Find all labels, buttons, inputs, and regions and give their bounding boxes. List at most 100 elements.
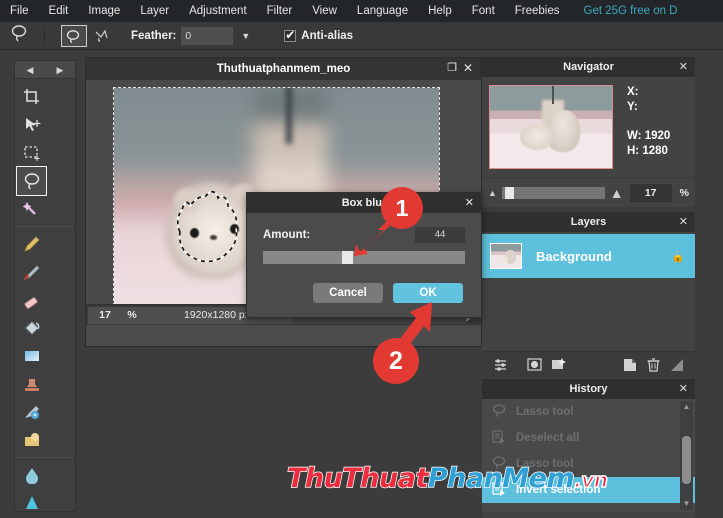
menu-item-layer[interactable]: Layer bbox=[130, 0, 179, 22]
antialias-checkbox[interactable] bbox=[284, 28, 297, 42]
lasso-polygon-icon[interactable] bbox=[89, 25, 115, 47]
stamp-tool[interactable] bbox=[17, 370, 46, 398]
lasso-free-icon[interactable] bbox=[61, 24, 87, 47]
eraser-tool[interactable] bbox=[17, 286, 46, 314]
layer-mask-icon[interactable] bbox=[522, 355, 546, 375]
crop-tool[interactable] bbox=[17, 83, 46, 111]
tool-options-bar: Feather: 0 ▼ Anti-alias bbox=[0, 22, 723, 50]
menu-item-adjustment[interactable]: Adjustment bbox=[179, 0, 257, 22]
document-title-bar[interactable]: Thuthuatphanmem_meo ❐ ✕ bbox=[86, 58, 481, 80]
history-item-label: Deselect all bbox=[516, 432, 580, 444]
navigator-zoom-controls: ▲ ▲ 17 % bbox=[482, 177, 695, 207]
layers-panel: Layers ✕ Background 🔒 bbox=[482, 212, 695, 377]
close-icon[interactable]: ✕ bbox=[679, 382, 688, 395]
close-icon[interactable]: ✕ bbox=[679, 215, 688, 228]
menu-item-promo[interactable]: Get 25G free on D bbox=[570, 0, 688, 22]
layers-title: Layers bbox=[570, 216, 607, 228]
magic-wand-tool[interactable] bbox=[17, 195, 46, 223]
delete-layer-icon[interactable] bbox=[641, 355, 665, 375]
zoom-unit-label: % bbox=[122, 306, 142, 324]
menu-item-font[interactable]: Font bbox=[462, 0, 505, 22]
menu-item-file[interactable]: File bbox=[0, 0, 39, 22]
table-row[interactable]: Background 🔒 bbox=[482, 234, 695, 278]
info-gap bbox=[627, 115, 670, 129]
menu-item-language[interactable]: Language bbox=[347, 0, 418, 22]
resize-grip-icon[interactable] bbox=[665, 355, 689, 375]
rectangle-select-tool[interactable] bbox=[17, 139, 46, 167]
amount-input[interactable]: 44 bbox=[415, 227, 465, 243]
list-item[interactable]: Deselect all bbox=[482, 425, 695, 451]
dialog-buttons: Cancel OK bbox=[247, 264, 481, 303]
new-layer-icon[interactable] bbox=[617, 355, 641, 375]
photo-hamster-eye-left bbox=[190, 228, 199, 238]
amount-label: Amount: bbox=[263, 229, 311, 241]
navigator-zoom-input[interactable]: 17 bbox=[629, 183, 672, 202]
menu-item-filter[interactable]: Filter bbox=[257, 0, 303, 22]
mountain-small-icon[interactable]: ▲ bbox=[488, 188, 497, 198]
blur-tool[interactable] bbox=[17, 461, 46, 489]
zoom-slider[interactable] bbox=[501, 186, 605, 199]
gradient-tool[interactable] bbox=[17, 342, 46, 370]
layer-properties-icon[interactable] bbox=[488, 355, 512, 375]
layers-list-empty-area[interactable] bbox=[482, 278, 695, 351]
layer-thumbnail bbox=[490, 243, 522, 269]
restore-window-icon[interactable]: ❐ bbox=[447, 62, 457, 74]
menu-item-freebies[interactable]: Freebies bbox=[505, 0, 570, 22]
antialias-control[interactable]: Anti-alias bbox=[284, 28, 353, 42]
layers-header: Layers ✕ bbox=[482, 212, 695, 232]
shape-tool[interactable] bbox=[17, 426, 46, 454]
menu-item-help[interactable]: Help bbox=[418, 0, 462, 22]
clone-tool[interactable] bbox=[17, 398, 46, 426]
lasso-select-tool[interactable] bbox=[16, 166, 47, 196]
navigator-panel: Navigator ✕ X: Y: W: 1920 H: 1280 ▲ ▲ 17… bbox=[482, 57, 695, 207]
close-icon[interactable]: ✕ bbox=[465, 196, 474, 209]
photo-editor-window: File Edit Image Layer Adjustment Filter … bbox=[0, 0, 723, 518]
menu-item-image[interactable]: Image bbox=[78, 0, 130, 22]
menu-item-view[interactable]: View bbox=[302, 0, 347, 22]
chevron-right-icon[interactable]: ▶ bbox=[45, 61, 75, 78]
watermark-part2: PhanMem bbox=[427, 462, 575, 495]
toolbox-nav: ◀ ▶ bbox=[15, 61, 75, 79]
document-history-icon bbox=[492, 429, 508, 447]
watermark-part3: .vn bbox=[573, 467, 608, 493]
photo-hamster-nose bbox=[210, 235, 217, 240]
navigator-thumbnail[interactable] bbox=[489, 85, 613, 169]
brush-tool[interactable] bbox=[17, 258, 46, 286]
x-label: X: bbox=[627, 86, 639, 98]
close-icon[interactable]: ✕ bbox=[463, 62, 473, 74]
feather-label: Feather: bbox=[131, 29, 177, 42]
lock-icon[interactable]: 🔒 bbox=[671, 250, 685, 263]
close-icon[interactable]: ✕ bbox=[679, 60, 688, 73]
chevron-down-icon[interactable]: ▼ bbox=[241, 31, 250, 41]
lasso-tool-icon bbox=[0, 23, 40, 48]
page-title: Thuthuatphanmem_meo bbox=[216, 63, 351, 75]
chevron-left-icon[interactable]: ◀ bbox=[15, 61, 45, 78]
feather-input[interactable]: 0 bbox=[181, 26, 234, 45]
scrollbar-thumb[interactable] bbox=[682, 436, 691, 484]
pencil-tool[interactable] bbox=[17, 230, 46, 258]
history-header: History ✕ bbox=[482, 379, 695, 399]
menu-item-edit[interactable]: Edit bbox=[39, 0, 79, 22]
lasso-mode-group bbox=[61, 24, 115, 47]
paint-bucket-tool[interactable] bbox=[17, 314, 46, 342]
caret-down-icon[interactable]: ▼ bbox=[680, 498, 693, 510]
caret-up-icon[interactable]: ▲ bbox=[680, 401, 693, 413]
zoom-level-input[interactable]: 17 bbox=[88, 306, 122, 324]
photo-hamster-ear-left bbox=[174, 188, 200, 212]
history-scrollbar[interactable]: ▲ ▼ bbox=[680, 401, 693, 510]
tool-grid: A bbox=[15, 79, 75, 518]
zoom-slider-handle[interactable] bbox=[505, 186, 514, 199]
list-item[interactable]: Lasso tool bbox=[482, 399, 695, 425]
w-label: W: bbox=[627, 130, 642, 142]
layer-name-label: Background bbox=[536, 248, 612, 264]
y-label: Y: bbox=[627, 101, 638, 113]
move-tool[interactable] bbox=[17, 111, 46, 139]
lasso-history-icon bbox=[492, 404, 508, 420]
cancel-button[interactable]: Cancel bbox=[313, 283, 383, 303]
history-list[interactable]: Lasso tool Deselect all Lasso tool Inver… bbox=[482, 399, 695, 512]
layer-effects-icon[interactable] bbox=[546, 355, 570, 375]
tool-box: ◀ ▶ bbox=[14, 60, 76, 512]
mountain-large-icon[interactable]: ▲ bbox=[610, 185, 624, 201]
sharpen-tool[interactable] bbox=[17, 489, 46, 517]
annotation-marker-1: 1 bbox=[381, 187, 423, 229]
